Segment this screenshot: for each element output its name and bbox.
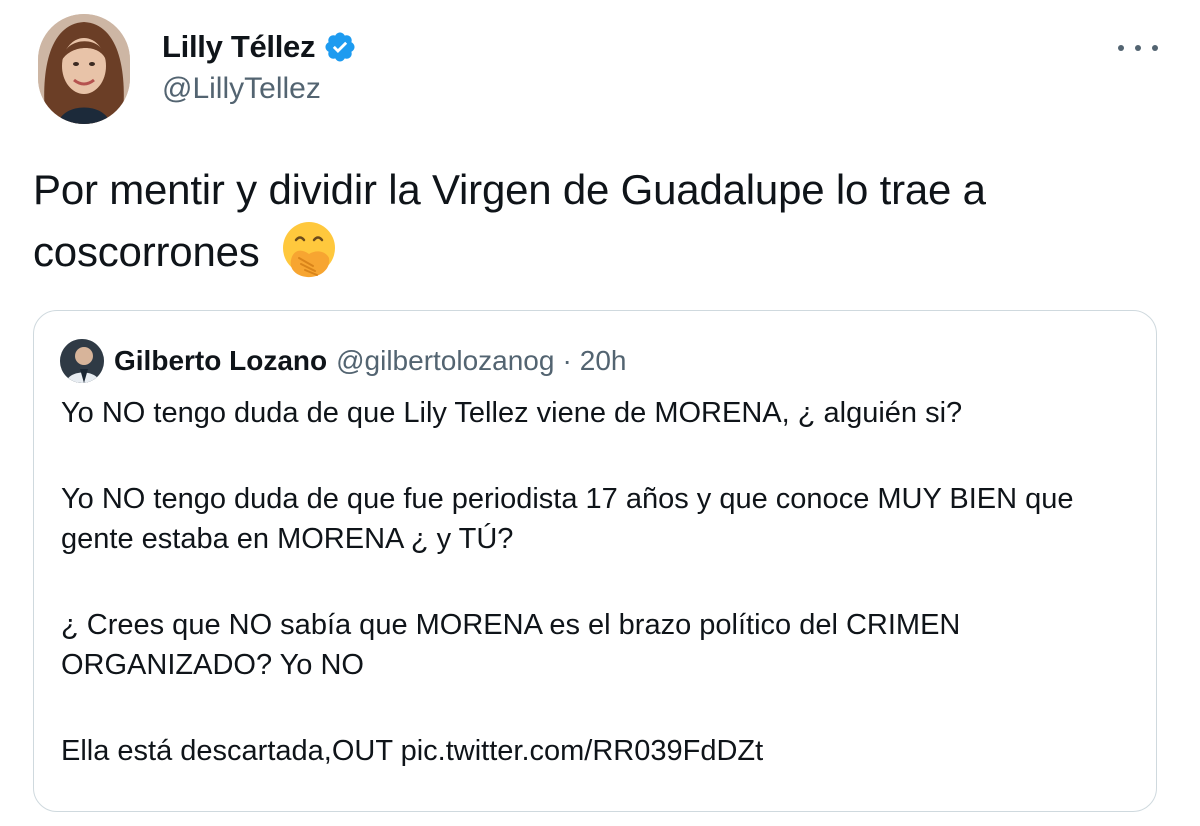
quoted-paragraph: Yo NO tengo duda de que Lily Tellez vien…	[61, 397, 963, 429]
quoted-separator: ·	[562, 345, 572, 376]
more-dot	[1135, 45, 1141, 51]
quoted-timestamp: 20h	[579, 345, 627, 376]
author-name-row: Lilly Téllez	[162, 26, 357, 68]
quoted-tweet-body: Yo NO tengo duda de que Lily Tellez vien…	[61, 393, 1131, 771]
profile-photo-icon	[38, 14, 130, 124]
tweet-text-content: Por mentir y dividir la Virgen de Guadal…	[33, 166, 986, 275]
more-dot	[1152, 45, 1158, 51]
author-avatar[interactable]	[38, 14, 130, 124]
author-handle[interactable]: @LillyTellez	[162, 72, 357, 106]
more-options-icon[interactable]	[1118, 30, 1158, 66]
quoted-tweet-card[interactable]: Gilberto Lozano @gilbertolozanog · 20h Y…	[33, 310, 1157, 812]
quoted-display-name: Gilberto Lozano	[114, 345, 328, 376]
quoted-tweet-header: Gilberto Lozano @gilbertolozanog · 20h	[60, 339, 627, 383]
quoted-paragraph: Yo NO tengo duda de que fue periodista 1…	[61, 483, 1074, 555]
quoted-profile-photo-icon	[60, 339, 104, 383]
more-dot	[1118, 45, 1124, 51]
quoted-paragraph: ¿ Crees que NO sabía que MORENA es el br…	[61, 609, 961, 681]
verified-badge-icon[interactable]	[323, 30, 357, 64]
quoted-paragraph: Ella está descartada,OUT pic.twitter.com…	[61, 735, 764, 767]
quoted-author-avatar	[60, 339, 104, 383]
face-with-hand-over-mouth-icon	[283, 222, 336, 278]
author-block: Lilly Téllez @LillyTellez	[162, 26, 357, 106]
quoted-handle: @gilbertolozanog	[336, 345, 555, 376]
author-display-name[interactable]: Lilly Téllez	[162, 29, 315, 65]
tweet-text: Por mentir y dividir la Virgen de Guadal…	[33, 160, 1163, 282]
